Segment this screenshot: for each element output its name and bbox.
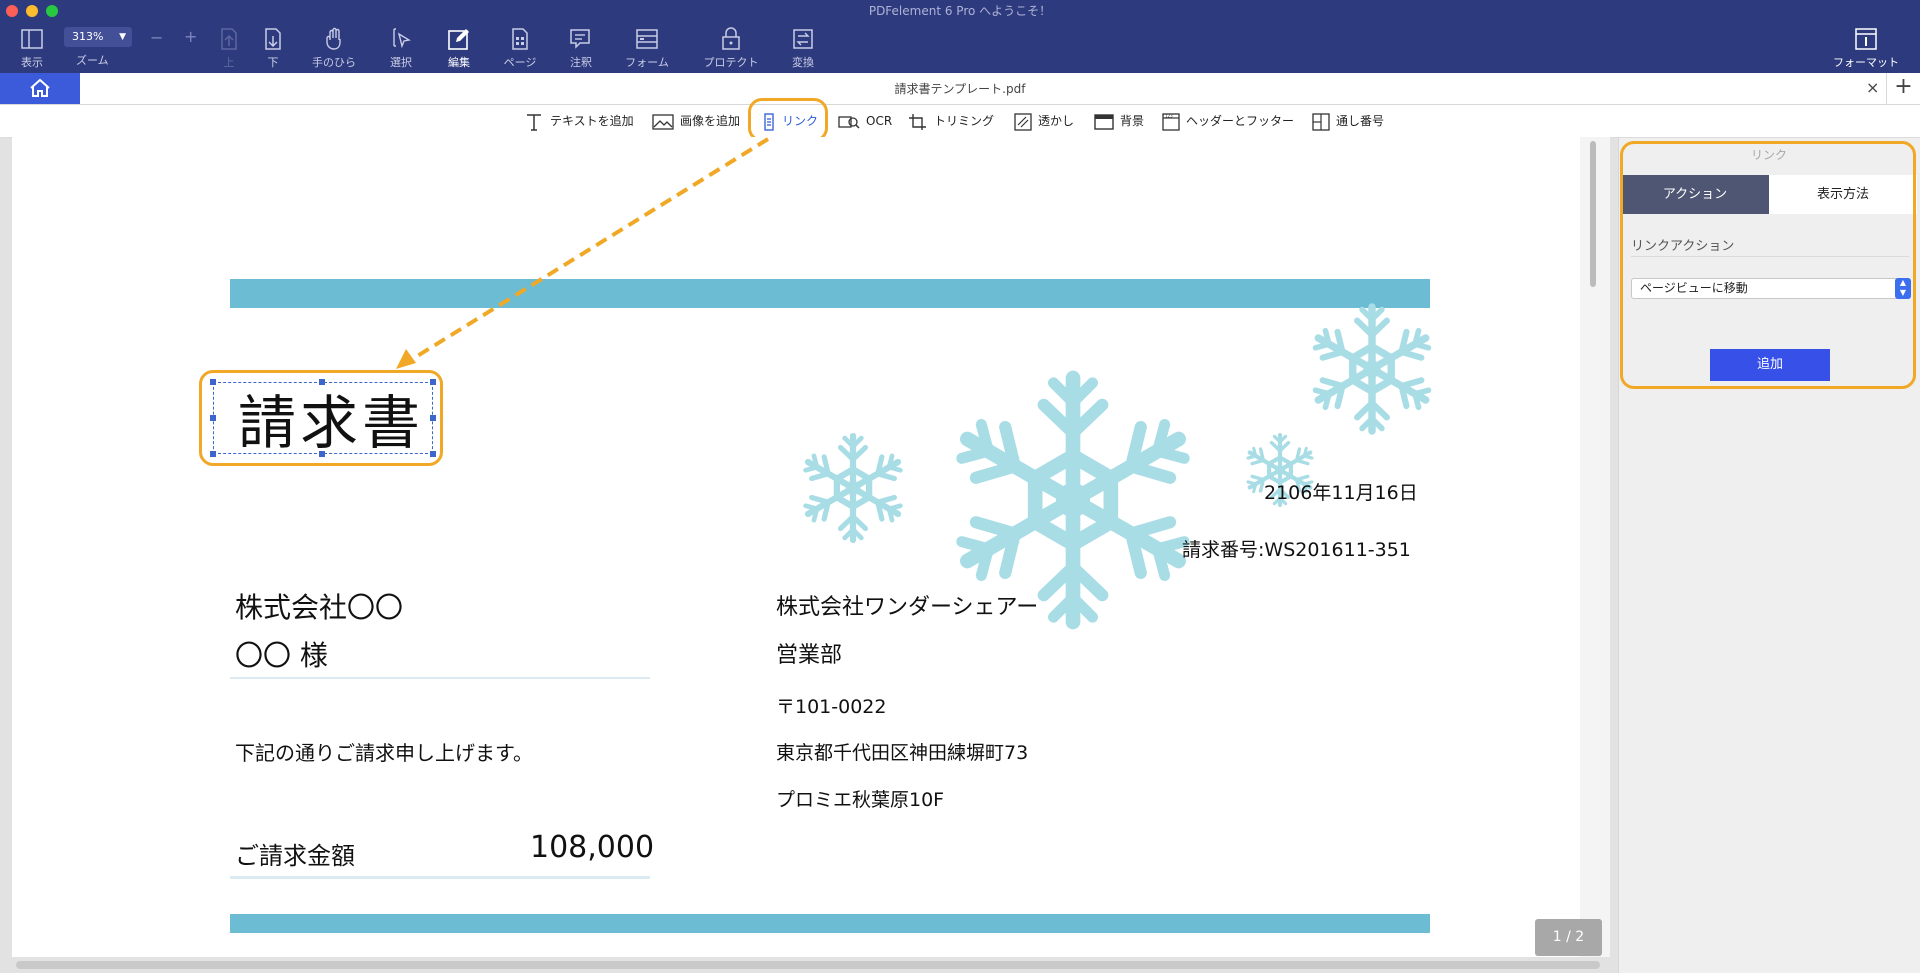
view-label: 表示: [21, 56, 43, 69]
amount-label[interactable]: ご請求金額: [235, 836, 355, 871]
recipient-name[interactable]: 〇〇 様: [235, 634, 328, 674]
convert-icon: [793, 29, 813, 49]
message-text[interactable]: 下記の通りご請求申し上げます。: [235, 737, 533, 766]
text-icon: [527, 113, 541, 131]
zoom-in-button[interactable]: +: [184, 27, 197, 46]
page-down-icon: [265, 28, 281, 50]
background-label: 背景: [1120, 114, 1145, 128]
page-down-button[interactable]: 下: [258, 26, 288, 70]
hand-tool-button[interactable]: 手のひら: [306, 26, 362, 70]
header-footer-icon: 123: [1162, 112, 1180, 131]
app-title: PDFelement 6 Pro へようこそ！: [868, 4, 1052, 18]
add-tab-button[interactable]: +: [1886, 73, 1920, 104]
info-icon: [1855, 28, 1877, 50]
close-tab-button[interactable]: ×: [1866, 78, 1879, 97]
convert-tool-button[interactable]: 変換: [788, 26, 818, 70]
bates-number-label: 通し番号: [1336, 114, 1385, 128]
title-highlight: [199, 370, 443, 466]
zoom-label: ズーム: [76, 54, 109, 67]
watermark-button[interactable]: 透かし: [1014, 110, 1074, 132]
add-image-button[interactable]: 画像を追加: [652, 110, 740, 132]
format-panel-label: フォーマット: [1833, 56, 1899, 69]
zoom-out-button[interactable]: −: [150, 28, 163, 47]
lock-icon: [722, 27, 740, 50]
callout-arrow: [396, 137, 770, 369]
annotation-tool-label: 注釈: [570, 56, 592, 69]
annotation-tool-button[interactable]: 注釈: [566, 26, 596, 70]
panel-highlight: [1620, 141, 1916, 389]
form-icon: [636, 29, 658, 49]
edit-tool-label: 編集: [448, 56, 470, 69]
edit-tool-button[interactable]: 編集: [444, 26, 474, 70]
add-image-label: 画像を追加: [680, 114, 741, 128]
comment-icon: [570, 29, 590, 49]
cursor-icon: [393, 28, 411, 49]
header-footer-label: ヘッダーとフッター: [1186, 114, 1295, 128]
image-icon: [652, 113, 674, 130]
horizontal-scrollbar[interactable]: [16, 961, 1600, 969]
bates-number-button[interactable]: 通し番号: [1312, 110, 1384, 132]
form-tool-button[interactable]: フォーム: [622, 26, 672, 70]
protect-tool-label: プロテクト: [703, 56, 759, 69]
background-icon: [1094, 113, 1114, 130]
watermark-icon: [1014, 112, 1032, 131]
page-tool-button[interactable]: ページ: [500, 26, 540, 70]
sender-zip[interactable]: 〒101-0022: [776, 692, 886, 719]
page-up-button[interactable]: 上: [214, 26, 244, 70]
bates-number-icon: [1312, 112, 1330, 131]
select-tool-label: 選択: [390, 56, 412, 69]
crop-button[interactable]: トリミング: [908, 110, 994, 132]
invoice-number[interactable]: 請求番号:WS201611-351: [1182, 535, 1411, 562]
page-down-label: 下: [267, 56, 279, 69]
vertical-scrollbar[interactable]: [1580, 137, 1610, 957]
sender-department[interactable]: 営業部: [776, 637, 842, 669]
ocr-button[interactable]: OCR: [838, 110, 892, 132]
sidebar-icon: [21, 29, 43, 49]
add-text-label: テキストを追加: [550, 114, 634, 128]
protect-tool-button[interactable]: プロテクト: [700, 26, 762, 70]
hand-tool-label: 手のひら: [312, 56, 356, 69]
page-up-icon: [221, 28, 237, 50]
amount-underline: [230, 876, 650, 879]
amount-value[interactable]: 108,000: [530, 830, 654, 865]
svg-text:123: 123: [1165, 113, 1173, 118]
convert-tool-label: 変換: [792, 56, 814, 69]
format-panel-button[interactable]: フォーマット: [1826, 26, 1906, 70]
page-up-label: 上: [223, 56, 235, 69]
ocr-icon: [838, 115, 860, 129]
add-text-button[interactable]: テキストを追加: [524, 110, 634, 132]
recipient-underline: [230, 677, 650, 679]
select-tool-button[interactable]: 選択: [386, 26, 416, 70]
edit-icon: [448, 29, 469, 50]
hand-icon: [326, 27, 341, 50]
background-button[interactable]: 背景: [1094, 110, 1144, 132]
scrollbar-thumb[interactable]: [1590, 141, 1596, 287]
page-indicator: 1 / 2: [1535, 919, 1602, 956]
view-button[interactable]: 表示: [10, 26, 54, 70]
crop-label: トリミング: [934, 114, 995, 128]
header-footer-button[interactable]: 123 ヘッダーとフッター: [1162, 110, 1294, 132]
sender-building[interactable]: プロミエ秋葉原10F: [776, 785, 944, 812]
document-tab-title[interactable]: 請求書テンプレート.pdf: [0, 80, 1920, 97]
zoom-value: 313%: [72, 30, 104, 43]
sender-address[interactable]: 東京都千代田区神田練塀町73: [776, 738, 1028, 765]
form-tool-label: フォーム: [625, 56, 669, 69]
page-tool-label: ページ: [503, 56, 537, 69]
chevron-down-icon: ▼: [119, 32, 126, 42]
zoom-select[interactable]: 313% ▼: [64, 27, 132, 47]
invoice-date[interactable]: 2106年11月16日: [1264, 478, 1418, 505]
ocr-label: OCR: [866, 114, 893, 128]
page-icon: [512, 28, 528, 50]
crop-icon: [909, 113, 926, 130]
sender-company[interactable]: 株式会社ワンダーシェアー: [776, 589, 1038, 621]
recipient-company[interactable]: 株式会社〇〇: [235, 586, 403, 626]
footer-band: [230, 914, 1430, 933]
watermark-label: 透かし: [1038, 114, 1075, 128]
